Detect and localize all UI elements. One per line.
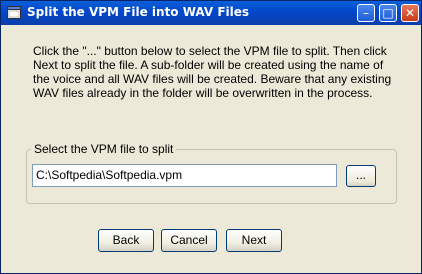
- title-bar[interactable]: Split the VPM File into WAV Files – □ ✕: [1, 1, 421, 25]
- cancel-button[interactable]: Cancel: [161, 229, 217, 252]
- maximize-button[interactable]: □: [379, 4, 397, 22]
- minimize-icon: –: [363, 6, 369, 20]
- window-title: Split the VPM File into WAV Files: [27, 5, 250, 19]
- instructions-text: Click the "..." button below to select t…: [33, 44, 392, 100]
- maximize-icon: □: [382, 6, 394, 20]
- wizard-window: Split the VPM File into WAV Files – □ ✕ …: [0, 0, 422, 274]
- back-button[interactable]: Back: [98, 229, 154, 252]
- close-icon: ✕: [404, 6, 416, 20]
- app-window-icon: [7, 6, 21, 19]
- vpm-file-path-input[interactable]: C:\Softpedia\Softpedia.vpm: [32, 164, 337, 187]
- browse-button[interactable]: ...: [346, 165, 376, 187]
- close-button[interactable]: ✕: [401, 4, 419, 22]
- minimize-button[interactable]: –: [357, 4, 375, 22]
- next-button[interactable]: Next: [226, 229, 282, 252]
- file-select-group-label: Select the VPM file to split: [31, 142, 177, 156]
